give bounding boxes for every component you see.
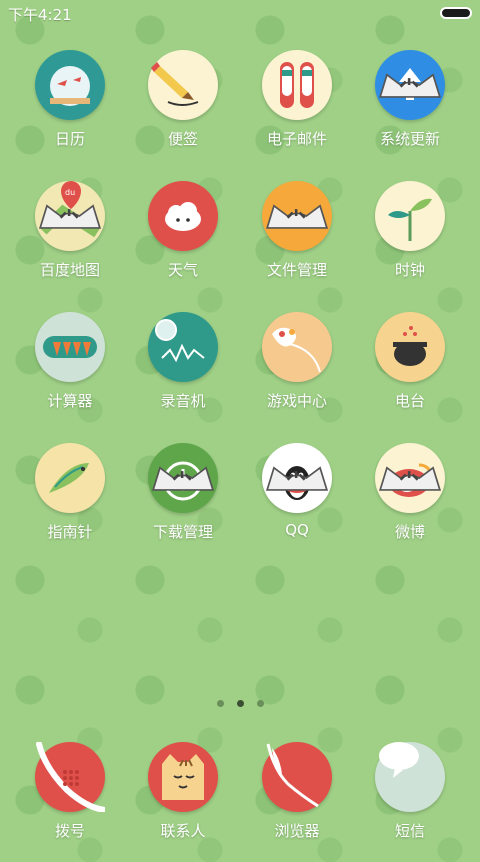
phone-icon	[35, 742, 105, 812]
cat-ears-icon	[38, 204, 102, 229]
dock-label: 联系人	[160, 822, 206, 840]
fishbowl-icon	[35, 50, 105, 120]
app-weather[interactable]: 天气	[128, 181, 238, 301]
map-pin-icon: du	[35, 181, 105, 251]
app-label: 百度地图	[39, 261, 100, 279]
page-dot[interactable]	[217, 700, 224, 707]
app-notes[interactable]: 便签	[128, 50, 238, 170]
app-label: 下载管理	[152, 523, 213, 541]
cat-ears-icon	[378, 466, 442, 491]
feather-icon	[262, 742, 332, 812]
app-label: 电台	[394, 392, 425, 410]
app-email[interactable]: 电子邮件	[242, 50, 352, 170]
dock-label: 拨号	[54, 822, 85, 840]
pencil-icon	[148, 50, 218, 120]
speech-bubble-icon	[375, 742, 445, 812]
download-icon	[148, 443, 218, 513]
app-label: 时钟	[394, 261, 425, 279]
battery-icon	[440, 7, 472, 19]
app-radio[interactable]: 电台	[355, 312, 465, 432]
app-label: 文件管理	[266, 261, 327, 279]
app-qq[interactable]: QQ	[242, 443, 352, 563]
page-indicator	[0, 700, 480, 710]
app-download-manager[interactable]: 下载管理	[128, 443, 238, 563]
cat-ears-icon	[378, 73, 442, 98]
dock-dialer[interactable]: 拨号	[15, 742, 125, 862]
app-calendar[interactable]: 日历	[15, 50, 125, 170]
microphone-icon	[148, 312, 218, 382]
dock-label: 短信	[394, 822, 425, 840]
dock-messages[interactable]: 短信	[355, 742, 465, 862]
app-system-update[interactable]: 系统更新	[355, 50, 465, 170]
cat-ears-icon	[265, 466, 329, 491]
weibo-icon	[375, 443, 445, 513]
shoes-icon	[262, 50, 332, 120]
dock-contacts[interactable]: 联系人	[128, 742, 238, 862]
folder-icon	[262, 181, 332, 251]
upload-icon	[375, 50, 445, 120]
page-dot[interactable]	[257, 700, 264, 707]
dock-label: 浏览器	[274, 822, 320, 840]
app-label: 便签	[167, 130, 198, 148]
app-clock[interactable]: 时钟	[355, 181, 465, 301]
plant-icon	[375, 181, 445, 251]
app-recorder[interactable]: 录音机	[128, 312, 238, 432]
dock-browser[interactable]: 浏览器	[242, 742, 352, 862]
app-baidu-map[interactable]: du 百度地图	[15, 181, 125, 301]
app-label: 计算器	[47, 392, 93, 410]
app-label: 天气	[167, 261, 198, 279]
app-label: 电子邮件	[266, 130, 327, 148]
cat-ears-icon	[265, 204, 329, 229]
app-file-manager[interactable]: 文件管理	[242, 181, 352, 301]
app-label: QQ	[285, 521, 309, 539]
app-label: 日历	[54, 130, 85, 148]
page-dot-active[interactable]	[237, 700, 244, 707]
cat-ears-icon	[151, 466, 215, 491]
app-calculator[interactable]: 计算器	[15, 312, 125, 432]
status-bar: 下午4:21	[0, 0, 480, 28]
app-label: 游戏中心	[266, 392, 327, 410]
pot-icon	[375, 312, 445, 382]
app-weibo[interactable]: 微博	[355, 443, 465, 563]
carrots-icon	[35, 312, 105, 382]
cloud-icon	[148, 181, 218, 251]
fish-icon	[35, 443, 105, 513]
cat-face-icon	[148, 742, 218, 812]
app-label: 指南针	[47, 523, 93, 541]
app-label: 微博	[394, 523, 425, 541]
dock: 拨号 联系人 浏览器 短信	[0, 738, 480, 853]
gamepad-icon	[262, 312, 332, 382]
penguin-icon	[262, 443, 332, 513]
app-game-center[interactable]: 游戏中心	[242, 312, 352, 432]
app-label: 系统更新	[379, 130, 440, 148]
status-time: 下午4:21	[8, 6, 72, 24]
app-compass[interactable]: 指南针	[15, 443, 125, 563]
app-label: 录音机	[160, 392, 206, 410]
